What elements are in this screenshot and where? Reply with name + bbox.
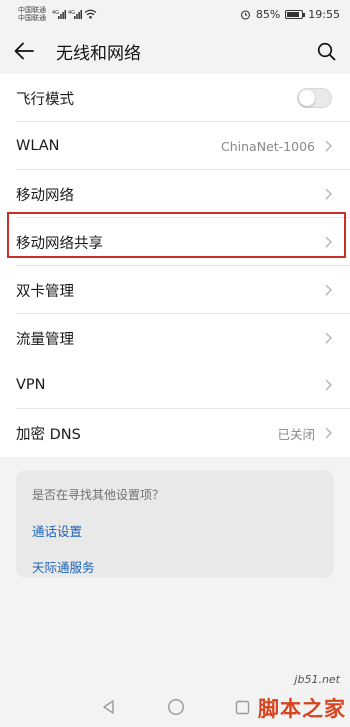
carrier-1: 中国联通	[18, 6, 46, 14]
row-mobile-network[interactable]: 移动网络	[0, 170, 350, 218]
wifi-icon	[84, 9, 97, 19]
signal-sim2-icon: 4G	[68, 10, 82, 19]
battery-percent: 85%	[255, 7, 281, 21]
row-label: VPN	[16, 377, 46, 393]
chevron-right-icon	[325, 140, 332, 152]
carrier-2: 中国联通	[18, 14, 46, 22]
svg-text:4G: 4G	[68, 10, 75, 16]
row-label: 流量管理	[16, 331, 74, 348]
status-right: 85% 19:55	[240, 8, 340, 21]
link-skytone-service[interactable]: 天际通服务	[32, 557, 318, 576]
wlan-network-value: ChinaNet-1006	[221, 138, 315, 154]
row-label: 移动网络共享	[16, 235, 103, 252]
settings-list-main: 飞行模式 WLAN ChinaNet-1006 移动网络 移动网络共享 双卡管理	[0, 74, 350, 362]
clock: 19:55	[308, 7, 340, 21]
svg-text:4G: 4G	[52, 10, 59, 16]
row-label: 飞行模式	[16, 91, 74, 108]
battery-icon	[285, 9, 306, 19]
battery-level	[287, 11, 300, 17]
watermark-text: 脚本之家	[258, 697, 346, 721]
toggle-knob	[299, 90, 315, 106]
search-icon[interactable]	[317, 42, 336, 61]
row-label: WLAN	[16, 138, 60, 154]
row-private-dns[interactable]: 加密 DNS 已关闭	[0, 409, 350, 457]
airplane-mode-toggle[interactable]	[297, 88, 332, 108]
chevron-right-icon	[325, 427, 332, 439]
signal-sim1-icon: 4G	[52, 10, 66, 19]
page-title: 无线和网络	[56, 43, 141, 64]
suggestion-card: 是否在寻找其他设置项？ 通话设置 天际通服务	[16, 470, 334, 578]
row-label: 移动网络	[16, 187, 74, 204]
home-circle-icon[interactable]	[167, 698, 185, 716]
settings-list-secondary: VPN 加密 DNS 已关闭	[0, 361, 350, 457]
watermark-url: jb51.net	[294, 673, 340, 686]
chevron-right-icon	[325, 379, 332, 391]
row-mobile-hotspot-tethering[interactable]: 移动网络共享	[0, 218, 350, 266]
row-wlan[interactable]: WLAN ChinaNet-1006	[0, 122, 350, 170]
site-watermark: jb51.net 脚本之家	[230, 673, 348, 723]
status-bar: 中国联通 中国联通 4G 4G 85% 19:55	[0, 0, 350, 28]
private-dns-status: 已关闭	[277, 426, 315, 442]
chevron-right-icon	[325, 284, 332, 296]
row-label: 双卡管理	[16, 283, 74, 300]
app-header: 无线和网络	[0, 28, 350, 74]
link-call-settings[interactable]: 通话设置	[32, 521, 318, 540]
row-airplane-mode[interactable]: 飞行模式	[0, 74, 350, 122]
row-dual-sim[interactable]: 双卡管理	[0, 266, 350, 314]
alarm-icon	[240, 9, 250, 20]
suggestion-prompt: 是否在寻找其他设置项？	[32, 488, 165, 502]
row-vpn[interactable]: VPN	[0, 361, 350, 409]
chevron-right-icon	[325, 332, 332, 344]
row-label: 加密 DNS	[16, 426, 81, 443]
back-arrow-icon[interactable]	[14, 42, 34, 60]
back-triangle-icon[interactable]	[101, 699, 117, 715]
chevron-right-icon	[325, 236, 332, 248]
carrier-labels: 中国联通 中国联通	[18, 6, 46, 22]
chevron-right-icon	[325, 188, 332, 200]
row-data-usage[interactable]: 流量管理	[0, 314, 350, 362]
signal-icons: 4G 4G	[52, 9, 97, 19]
